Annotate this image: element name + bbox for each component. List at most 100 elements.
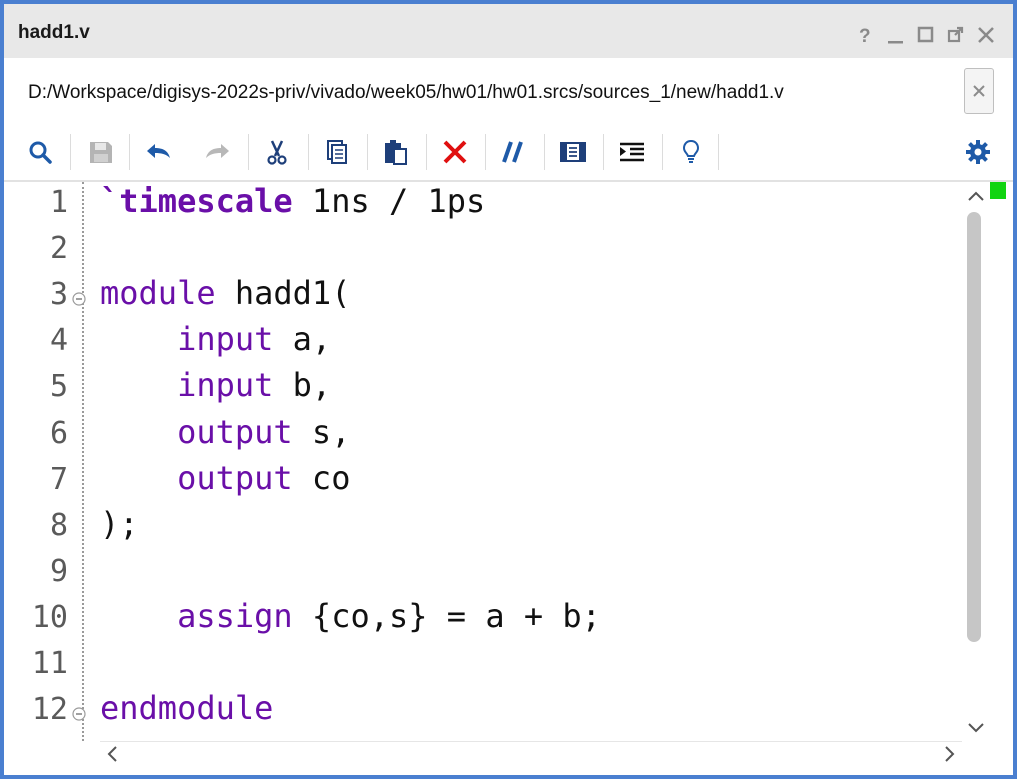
toolbar-separator: [70, 134, 71, 170]
line-number: 3: [49, 277, 68, 313]
code-text: input a,: [100, 320, 331, 358]
paste-icon[interactable]: [381, 137, 411, 167]
close-file-button[interactable]: [964, 68, 994, 114]
editor-toolbar: [4, 126, 1013, 180]
svg-text:?: ?: [859, 26, 871, 46]
line-number: 6: [49, 415, 68, 451]
code-text: assign {co,s} = a + b;: [100, 597, 601, 635]
float-icon[interactable]: [946, 24, 966, 46]
code-text: );: [100, 505, 139, 543]
code-line[interactable]: 4 input a,: [4, 320, 964, 366]
code-line[interactable]: 11: [4, 643, 964, 689]
code-token: a,: [273, 320, 332, 359]
code-text: output s,: [100, 413, 350, 451]
code-text: `timescale 1ns / 1ps: [100, 182, 485, 220]
indent-icon[interactable]: [617, 137, 647, 167]
code-token: 1ns / 1ps: [292, 182, 486, 220]
code-line[interactable]: 5 input b,: [4, 366, 964, 412]
code-text: input b,: [100, 366, 331, 404]
code-token: b,: [273, 366, 332, 405]
code-token: co: [292, 458, 351, 497]
file-path: D:/Workspace/digisys-2022s-priv/vivado/w…: [28, 82, 784, 103]
copy-icon[interactable]: [322, 137, 352, 167]
fold-toggle-icon[interactable]: [72, 292, 86, 306]
toolbar-separator: [308, 134, 309, 170]
save-icon[interactable]: [86, 137, 116, 167]
code-line[interactable]: 9: [4, 551, 964, 597]
code-editor[interactable]: 1 `timescale 1ns / 1ps 2 3 module hadd1( 4 in…: [4, 182, 1013, 741]
code-token: );: [100, 504, 139, 543]
window-title: hadd1.v: [18, 22, 90, 43]
line-number: 5: [49, 369, 68, 405]
code-text: module hadd1(: [100, 274, 350, 312]
keyword-token: output: [177, 458, 293, 497]
scroll-right-icon[interactable]: [938, 743, 960, 765]
toolbar-separator: [129, 134, 130, 170]
toolbar-separator: [485, 134, 486, 170]
line-number: 10: [31, 599, 68, 635]
keyword-token: `timescale: [100, 182, 293, 220]
close-icon[interactable]: [976, 24, 996, 46]
line-number: 12: [31, 692, 68, 728]
keyword-token: input: [177, 366, 274, 405]
line-number: 2: [49, 231, 68, 267]
lightbulb-icon[interactable]: [676, 137, 706, 167]
maximize-icon[interactable]: [916, 24, 936, 46]
redo-icon[interactable]: [202, 137, 232, 167]
search-icon[interactable]: [26, 137, 56, 167]
code-line[interactable]: 3 module hadd1(: [4, 274, 964, 320]
code-line[interactable]: 10 assign {co,s} = a + b;: [4, 597, 964, 643]
undo-icon[interactable]: [144, 137, 174, 167]
line-number: 4: [49, 323, 68, 359]
toolbar-separator: [662, 134, 663, 170]
toolbar-separator: [718, 134, 719, 170]
code-line[interactable]: 7 output co: [4, 459, 964, 505]
code-token: {co,s} = a + b;: [292, 596, 601, 635]
keyword-token: module: [100, 274, 216, 313]
scroll-down-icon[interactable]: [965, 716, 987, 738]
title-bar: hadd1.v ?: [4, 4, 1013, 58]
gear-icon[interactable]: [963, 137, 993, 167]
toolbar-separator: [426, 134, 427, 170]
line-number: 8: [49, 507, 68, 543]
toolbar-separator: [603, 134, 604, 170]
fold-toggle-icon[interactable]: [72, 707, 86, 721]
code-line[interactable]: 8);: [4, 505, 964, 551]
code-line[interactable]: 1 `timescale 1ns / 1ps: [4, 182, 964, 228]
line-number: 7: [49, 461, 68, 497]
error-status-marker: [990, 182, 1006, 199]
code-text: endmodule: [100, 689, 273, 727]
delete-icon[interactable]: [440, 137, 470, 167]
line-number: 1: [49, 185, 68, 220]
comment-icon[interactable]: [499, 137, 529, 167]
keyword-token: assign: [177, 596, 293, 635]
line-number: 9: [49, 553, 68, 589]
toolbar-separator: [544, 134, 545, 170]
vertical-scroll-thumb[interactable]: [967, 212, 981, 642]
minimize-icon[interactable]: [886, 24, 906, 46]
keyword-token: input: [177, 320, 274, 359]
keyword-token: output: [177, 412, 293, 451]
help-icon[interactable]: ?: [856, 24, 876, 46]
horizontal-scrollbar[interactable]: [100, 741, 962, 766]
toolbar-separator: [248, 134, 249, 170]
file-path-bar: D:/Workspace/digisys-2022s-priv/vivado/w…: [4, 58, 1013, 126]
insert-template-icon[interactable]: [558, 137, 588, 167]
line-number: 11: [31, 646, 68, 681]
code-token: s,: [292, 412, 351, 451]
scroll-left-icon[interactable]: [102, 743, 124, 765]
keyword-token: endmodule: [100, 689, 274, 728]
code-line[interactable]: 6 output s,: [4, 413, 964, 459]
code-text: output co: [100, 459, 350, 497]
code-token: hadd1(: [215, 274, 351, 313]
toolbar-separator: [367, 134, 368, 170]
scroll-up-icon[interactable]: [965, 186, 987, 208]
code-line[interactable]: 12 endmodule: [4, 689, 964, 735]
cut-icon[interactable]: [262, 137, 292, 167]
code-line[interactable]: 2: [4, 228, 964, 274]
